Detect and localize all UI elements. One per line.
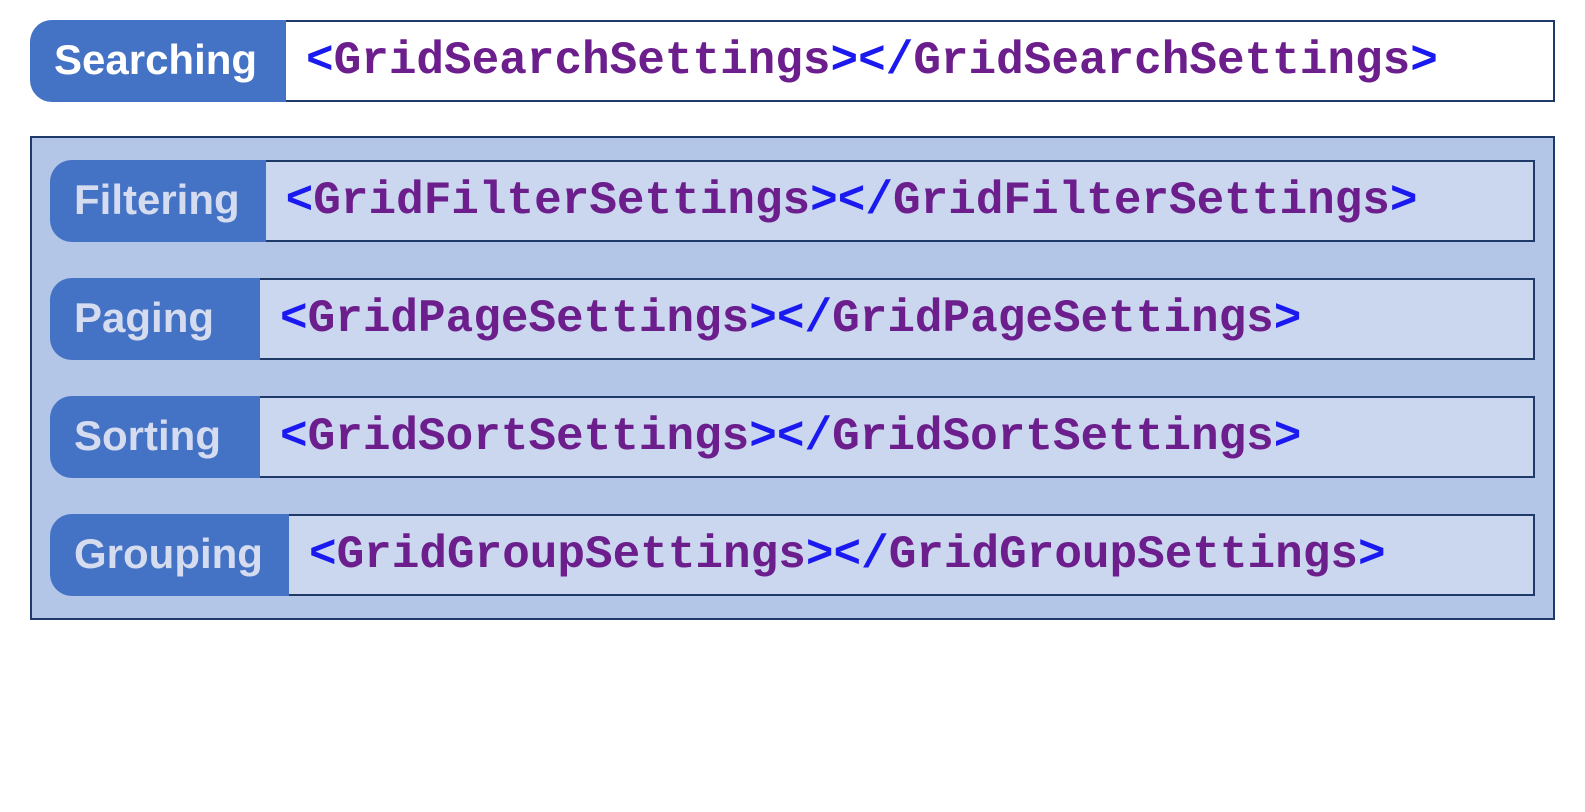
settings-group: Filtering <GridFilterSettings></GridFilt… (30, 136, 1555, 620)
tag-open: GridSortSettings (308, 411, 750, 463)
angle-open-slash: </ (777, 293, 832, 345)
angle-close2: > (1274, 293, 1302, 345)
tag-open: GridFilterSettings (313, 175, 810, 227)
label-text: Searching (54, 36, 257, 84)
angle-open: < (280, 293, 308, 345)
tag-close: GridFilterSettings (893, 175, 1390, 227)
angle-open-slash: </ (838, 175, 893, 227)
angle-open: < (280, 411, 308, 463)
code-filtering: <GridFilterSettings></GridFilterSettings… (266, 160, 1535, 242)
row-filtering: Filtering <GridFilterSettings></GridFilt… (50, 160, 1535, 242)
tag-close: GridGroupSettings (889, 529, 1358, 581)
angle-close2: > (1410, 35, 1438, 87)
code-grouping: <GridGroupSettings></GridGroupSettings> (289, 514, 1535, 596)
angle-open: < (286, 175, 314, 227)
diagram-root: Searching <GridSearchSettings></GridSear… (0, 0, 1585, 640)
angle-close: > (831, 35, 859, 87)
code-paging: <GridPageSettings></GridPageSettings> (260, 278, 1535, 360)
row-sorting: Sorting <GridSortSettings></GridSortSett… (50, 396, 1535, 478)
angle-close2: > (1274, 411, 1302, 463)
angle-open-slash: </ (833, 529, 888, 581)
angle-open-slash: </ (858, 35, 913, 87)
tag-close: GridSortSettings (832, 411, 1274, 463)
code-snippet: <GridGroupSettings></GridGroupSettings> (309, 529, 1386, 581)
angle-open: < (309, 529, 337, 581)
label-filtering: Filtering (50, 160, 266, 242)
angle-open: < (306, 35, 334, 87)
tag-open: GridPageSettings (308, 293, 750, 345)
label-searching: Searching (30, 20, 286, 102)
angle-close: > (810, 175, 838, 227)
label-text: Sorting (74, 412, 221, 460)
angle-close: > (749, 411, 777, 463)
label-text: Paging (74, 294, 214, 342)
angle-close: > (749, 293, 777, 345)
code-snippet: <GridPageSettings></GridPageSettings> (280, 293, 1301, 345)
label-text: Grouping (74, 530, 263, 578)
code-snippet: <GridSortSettings></GridSortSettings> (280, 411, 1301, 463)
tag-open: GridGroupSettings (337, 529, 806, 581)
tag-close: GridPageSettings (832, 293, 1274, 345)
label-sorting: Sorting (50, 396, 260, 478)
label-grouping: Grouping (50, 514, 289, 596)
label-paging: Paging (50, 278, 260, 360)
tag-open: GridSearchSettings (334, 35, 831, 87)
row-grouping: Grouping <GridGroupSettings></GridGroupS… (50, 514, 1535, 596)
angle-close2: > (1390, 175, 1418, 227)
row-searching: Searching <GridSearchSettings></GridSear… (30, 20, 1555, 102)
row-paging: Paging <GridPageSettings></GridPageSetti… (50, 278, 1535, 360)
label-text: Filtering (74, 176, 240, 224)
code-sorting: <GridSortSettings></GridSortSettings> (260, 396, 1535, 478)
angle-close2: > (1358, 529, 1386, 581)
angle-open-slash: </ (777, 411, 832, 463)
code-snippet: <GridSearchSettings></GridSearchSettings… (306, 35, 1438, 87)
code-searching: <GridSearchSettings></GridSearchSettings… (286, 20, 1555, 102)
angle-close: > (806, 529, 834, 581)
tag-close: GridSearchSettings (913, 35, 1410, 87)
code-snippet: <GridFilterSettings></GridFilterSettings… (286, 175, 1418, 227)
